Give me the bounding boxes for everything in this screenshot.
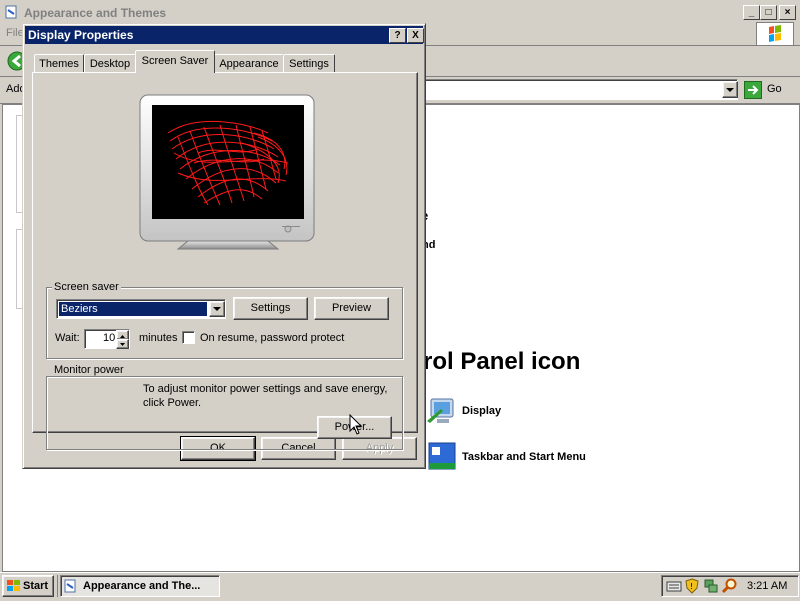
minutes-label: minutes [139, 332, 178, 344]
monitor-preview [138, 93, 318, 255]
minimize-button[interactable]: _ [743, 5, 760, 20]
windows-logo-icon [756, 22, 794, 46]
tab-settings[interactable]: Settings [283, 54, 335, 73]
window-app-icon [5, 5, 18, 19]
monitor-power-group-label: Monitor power [52, 364, 126, 376]
display-properties-dialog: Display Properties ? X Themes Desktop Sc… [22, 23, 426, 469]
start-button[interactable]: Start [2, 575, 54, 597]
maximize-button[interactable]: □ [760, 5, 777, 20]
help-button[interactable]: ? [389, 28, 406, 43]
display-link[interactable]: Display [462, 405, 501, 417]
start-label: Start [23, 580, 49, 592]
security-shield-icon[interactable]: ! [685, 578, 699, 594]
task-app-icon [64, 578, 78, 594]
taskbar: Start Appearance and The... ! 3:21 AM [0, 572, 800, 601]
svg-text:!: ! [690, 582, 693, 591]
close-button[interactable]: × [779, 5, 796, 20]
mouse-cursor-icon [349, 413, 363, 436]
network-icon[interactable] [703, 578, 719, 594]
background-window-titlebar[interactable]: Appearance and Themes _ □ × [0, 3, 800, 22]
monitor-power-description: To adjust monitor power settings and sav… [143, 383, 388, 409]
wait-spinner-down[interactable] [116, 339, 129, 349]
screen-saver-select[interactable]: Beziers [56, 299, 226, 319]
task-label: Appearance and The... [83, 580, 201, 592]
tab-screen-saver[interactable]: Screen Saver [135, 50, 215, 73]
dialog-close-button[interactable]: X [407, 28, 424, 43]
tab-themes[interactable]: Themes [34, 54, 84, 73]
wait-value: 10 [103, 332, 116, 344]
password-protect-label[interactable]: On resume, password protect [200, 332, 344, 344]
wait-label: Wait: [55, 332, 80, 344]
tab-panel: Screen saver Beziers Settings Preview Wa… [32, 72, 418, 450]
password-protect-checkbox[interactable] [182, 331, 195, 344]
wait-input[interactable]: 10 [84, 329, 130, 349]
pick-icon-heading: rol Panel icon [423, 348, 581, 375]
system-tray: ! 3:21 AM [661, 575, 799, 597]
taskbar-icon[interactable] [425, 441, 459, 473]
keyboard-icon[interactable] [666, 579, 682, 593]
screen-saver-settings-button[interactable]: Settings [233, 297, 308, 320]
windows-flag-icon [6, 579, 22, 593]
background-window-title: Appearance and Themes [24, 6, 167, 20]
go-arrow-icon[interactable] [744, 81, 762, 99]
search-magnifier-icon[interactable] [721, 578, 738, 594]
go-label[interactable]: Go [767, 83, 782, 95]
taskbar-link[interactable]: Taskbar and Start Menu [462, 451, 586, 463]
display-icon[interactable] [425, 395, 459, 427]
taskbar-task-button[interactable]: Appearance and The... [60, 575, 220, 597]
dialog-titlebar[interactable]: Display Properties ? X [25, 26, 424, 44]
dialog-title: Display Properties [28, 28, 134, 42]
screen-saver-dropdown-button[interactable] [209, 301, 225, 317]
screen-saver-group-label: Screen saver [52, 281, 121, 293]
screen-saver-preview-button[interactable]: Preview [314, 297, 389, 320]
tab-appearance[interactable]: Appearance [214, 54, 284, 73]
address-dropdown-button[interactable] [722, 81, 738, 98]
clock[interactable]: 3:21 AM [747, 580, 787, 592]
screen-saver-selected: Beziers [58, 301, 208, 317]
tab-desktop[interactable]: Desktop [84, 54, 136, 73]
